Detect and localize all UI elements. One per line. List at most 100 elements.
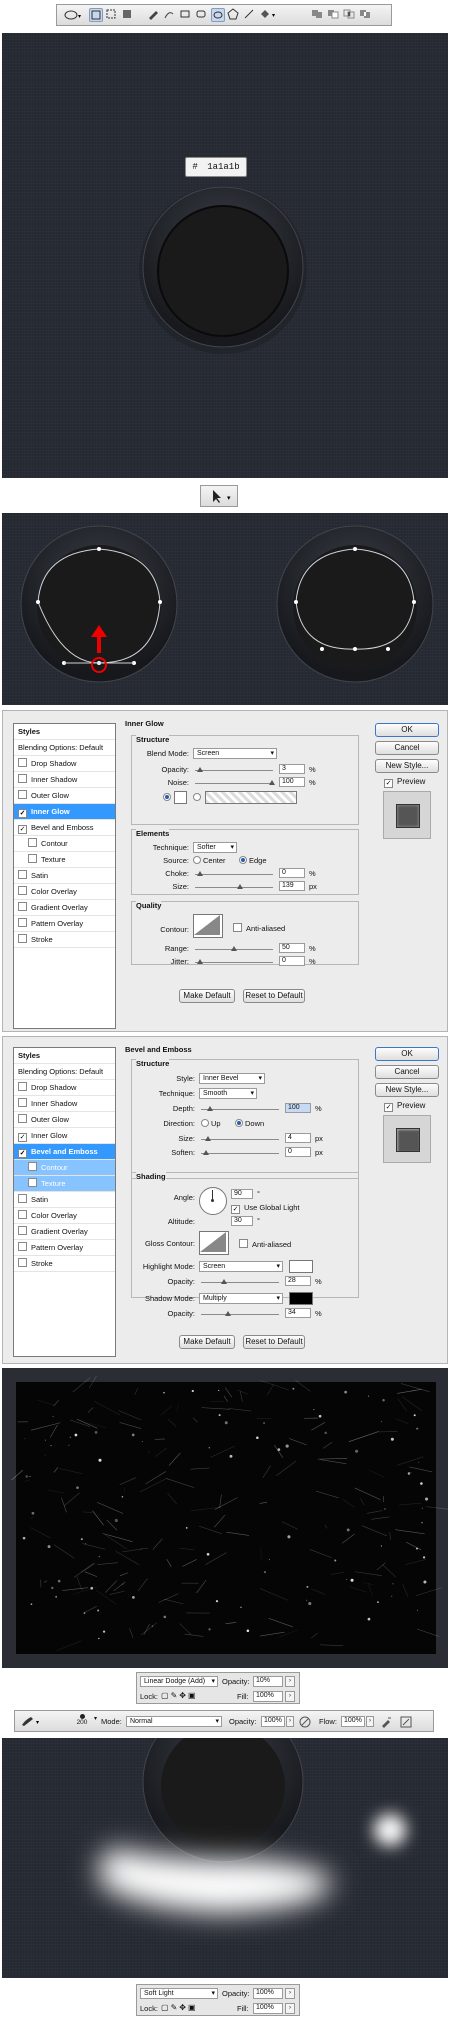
style-checkbox[interactable] [18, 886, 27, 895]
reset-default-button[interactable]: Reset to Default [243, 989, 305, 1003]
style-item-color-overlay[interactable]: Color Overlay [14, 884, 115, 900]
lock-move-icon[interactable]: ✥ [179, 2003, 188, 2012]
pen-tool-icon[interactable] [147, 8, 161, 22]
direction-up-radio[interactable]: Up [201, 1119, 221, 1128]
styles-header[interactable]: Styles [14, 724, 115, 740]
blend-mode-select[interactable]: Linear Dodge (Add) [140, 1676, 218, 1687]
altitude-input[interactable]: 30 [231, 1216, 253, 1226]
tablet-pressure-opacity-icon[interactable] [298, 1715, 312, 1731]
technique-select[interactable]: Smooth [199, 1088, 257, 1099]
style-item-pattern-overlay[interactable]: Pattern Overlay [14, 916, 115, 932]
custom-shape-icon[interactable]: ▾ [259, 8, 279, 22]
ellipse-tool-icon[interactable]: ▾ [63, 8, 83, 22]
style-select[interactable]: Inner Bevel [199, 1073, 265, 1084]
lock-transparent-icon[interactable]: ▢ [161, 2003, 171, 2012]
lock-icons[interactable]: ▢✎✥▣ [161, 1691, 198, 1700]
jitter-input[interactable]: 0 [279, 956, 305, 966]
shadow-color-swatch[interactable] [289, 1292, 313, 1305]
make-default-button[interactable]: Make Default [179, 1335, 235, 1349]
new-style-button[interactable]: New Style... [375, 1083, 439, 1097]
soften-input[interactable]: 0 [285, 1147, 311, 1157]
noise-slider[interactable] [195, 780, 275, 785]
depth-slider[interactable] [201, 1106, 279, 1111]
brush-preset-picker[interactable]: 200 ▾ [69, 1713, 97, 1729]
ok-button[interactable]: OK [375, 1047, 439, 1061]
range-slider[interactable] [195, 946, 273, 951]
blend-mode-select[interactable]: Soft Light [140, 1988, 218, 1999]
anti-aliased-checkbox[interactable]: Anti-aliased [233, 923, 285, 933]
style-checkbox[interactable] [18, 1242, 27, 1251]
new-style-button[interactable]: New Style... [375, 759, 439, 773]
shape-layers-icon[interactable] [89, 8, 103, 22]
highlight-mode-select[interactable]: Screen [199, 1261, 283, 1272]
soften-slider[interactable] [201, 1150, 279, 1155]
styles-header[interactable]: Styles [14, 1048, 115, 1064]
opacity-input[interactable]: 3 [279, 764, 305, 774]
style-item-pattern-overlay[interactable]: Pattern Overlay [14, 1240, 115, 1256]
gradient-radio[interactable] [193, 793, 203, 802]
rounded-rectangle-icon[interactable] [195, 8, 209, 22]
style-checkbox[interactable] [18, 902, 27, 911]
exclude-icon[interactable] [359, 8, 373, 22]
opacity-input[interactable]: 10% [253, 1676, 283, 1687]
shadow-opacity-input[interactable]: 34 [285, 1308, 311, 1318]
lock-transparent-icon[interactable]: ▢ [161, 1691, 171, 1700]
style-item-stroke[interactable]: Stroke [14, 1256, 115, 1272]
choke-input[interactable]: 0 [279, 868, 305, 878]
style-item-inner-glow[interactable]: ✓ Inner Glow [14, 1128, 115, 1144]
style-checkbox[interactable] [18, 1194, 27, 1203]
size-slider[interactable] [201, 1136, 279, 1141]
style-item-inner-shadow[interactable]: Inner Shadow [14, 1096, 115, 1112]
style-checkbox[interactable] [18, 790, 27, 799]
style-checkbox[interactable] [18, 1082, 27, 1091]
rectangle-icon[interactable] [179, 8, 193, 22]
angle-input[interactable]: 90 [231, 1189, 253, 1199]
preview-checkbox[interactable]: ✓ Preview [384, 1101, 425, 1112]
style-item-drop-shadow[interactable]: Drop Shadow [14, 756, 115, 772]
size-slider[interactable] [195, 884, 273, 889]
style-item-satin[interactable]: Satin [14, 868, 115, 884]
size-input[interactable]: 4 [285, 1133, 311, 1143]
shadow-mode-select[interactable]: Multiply [199, 1293, 283, 1304]
glow-color-swatch[interactable] [174, 791, 187, 804]
lock-brush-icon[interactable]: ✎ [171, 2003, 180, 2012]
subtract-icon[interactable] [327, 8, 341, 22]
blend-mode-select[interactable]: Screen [193, 748, 277, 759]
contour-picker[interactable] [193, 914, 223, 938]
style-checkbox[interactable] [18, 918, 27, 927]
mode-select[interactable]: Normal [126, 1716, 222, 1727]
blending-options[interactable]: Blending Options: Default [14, 1064, 115, 1080]
lock-brush-icon[interactable]: ✎ [171, 1691, 180, 1700]
intersect-icon[interactable] [343, 8, 357, 22]
lock-icons[interactable]: ▢✎✥▣ [161, 2003, 198, 2012]
choke-slider[interactable] [195, 871, 273, 876]
fill-pixels-icon[interactable] [121, 8, 135, 22]
range-input[interactable]: 50 [279, 943, 305, 953]
style-checkbox[interactable] [28, 1162, 37, 1171]
style-item-texture[interactable]: Texture [14, 852, 115, 868]
style-item-inner-glow[interactable]: ✓ Inner Glow [14, 804, 115, 820]
ellipse-icon[interactable] [211, 8, 225, 22]
preview-checkbox[interactable]: ✓ Preview [384, 777, 425, 788]
style-item-outer-glow[interactable]: Outer Glow [14, 788, 115, 804]
style-checkbox[interactable]: ✓ [18, 825, 27, 834]
airbrush-icon[interactable] [379, 1715, 393, 1731]
color-radio[interactable] [163, 793, 173, 802]
cancel-button[interactable]: Cancel [375, 1065, 439, 1079]
style-checkbox[interactable]: ✓ [18, 809, 27, 818]
opacity-slider[interactable] [195, 767, 273, 772]
line-icon[interactable] [243, 8, 257, 22]
style-item-color-overlay[interactable]: Color Overlay [14, 1208, 115, 1224]
style-checkbox[interactable] [28, 1178, 37, 1187]
angle-dial[interactable] [199, 1187, 227, 1215]
combine-icon[interactable] [311, 8, 325, 22]
style-item-bevel-and-emboss[interactable]: ✓ Bevel and Emboss [14, 820, 115, 836]
style-item-contour[interactable]: Contour [14, 1160, 115, 1176]
style-checkbox[interactable]: ✓ [18, 1133, 27, 1142]
style-checkbox[interactable] [18, 1226, 27, 1235]
style-checkbox[interactable]: ✓ [18, 1149, 27, 1158]
freeform-pen-icon[interactable] [163, 8, 177, 22]
highlight-opacity-slider[interactable] [201, 1279, 279, 1284]
lock-all-icon[interactable]: ▣ [188, 2003, 198, 2012]
direction-down-radio[interactable]: Down [235, 1119, 264, 1128]
